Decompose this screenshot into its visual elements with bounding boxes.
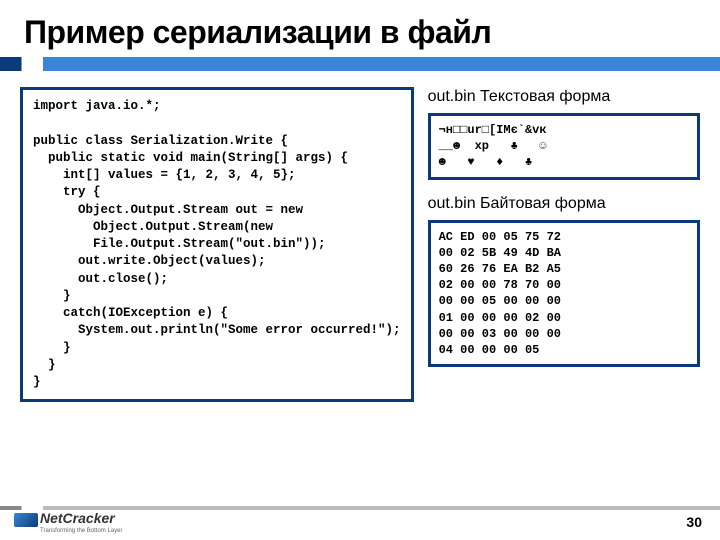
page-number: 30 [686, 514, 702, 530]
byte-form-caption: out.bin Байтовая форма [428, 194, 700, 214]
text-form-caption: out.bin Текстовая форма [428, 87, 700, 107]
byte-form-dump: AC ED 00 05 75 72 00 02 5B 49 4D BA 60 2… [428, 220, 700, 368]
logo: NetCracker Transforming the Bottom Layer [14, 510, 122, 533]
content-row: import java.io.*; public class Serializa… [0, 87, 720, 402]
code-block: import java.io.*; public class Serializa… [20, 87, 414, 402]
title-underline [0, 57, 720, 71]
logo-tagline: Transforming the Bottom Layer [40, 528, 122, 534]
logo-mark-icon [14, 513, 38, 527]
right-column: out.bin Текстовая форма ¬н□□ur□[IMє`&vк … [428, 87, 700, 402]
text-form-dump: ¬н□□ur□[IMє`&vк __☻ xp ♣ ☺ ☻ ♥ ♦ ♣ [428, 113, 700, 180]
logo-brand: NetCracker [40, 510, 115, 526]
slide: Пример сериализации в файл import java.i… [0, 0, 720, 540]
footer: NetCracker Transforming the Bottom Layer… [0, 498, 720, 540]
slide-title: Пример сериализации в файл [0, 0, 720, 57]
